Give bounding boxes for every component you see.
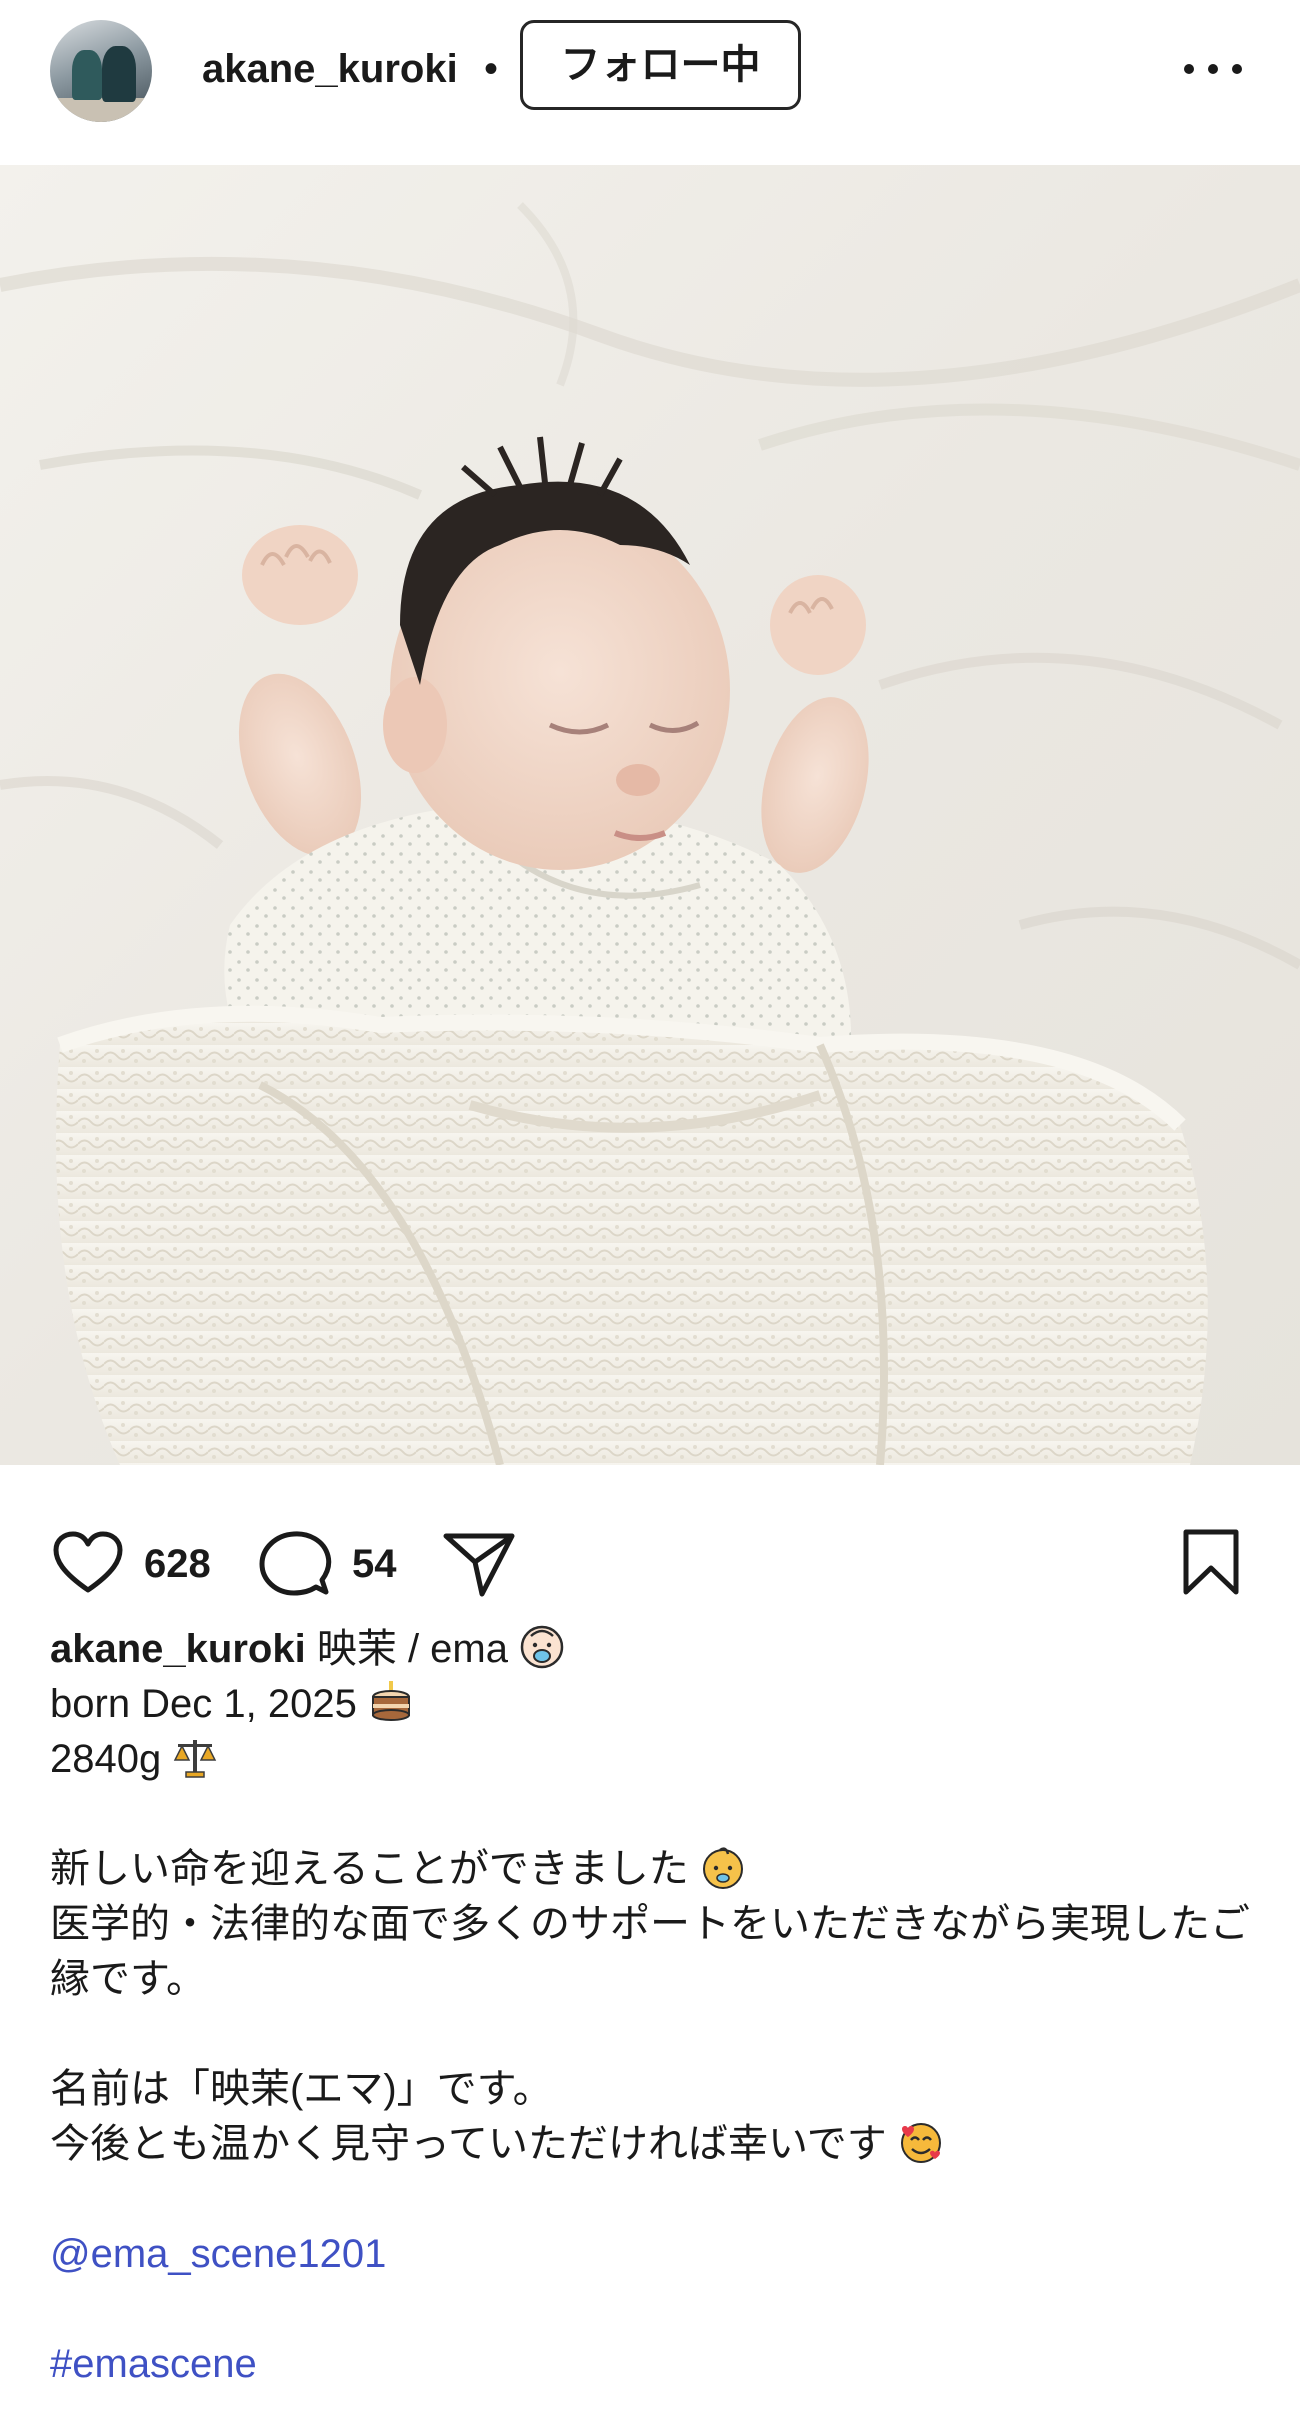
post-author-username[interactable]: akane_kuroki	[202, 42, 458, 96]
like-count[interactable]: 628	[144, 1538, 211, 1590]
post-caption: akane_kuroki 映茉 / ema born Dec 1, 2025 2…	[50, 1622, 1260, 2392]
mention-link[interactable]: @ema_scene1201	[50, 2232, 386, 2276]
hashtag-link[interactable]: #emascene	[50, 2342, 257, 2386]
caption-text: 今後とも温かく見守っていただければ幸いです	[50, 2122, 887, 2166]
caption-line: @ema_scene1201	[50, 2227, 1260, 2282]
baby-with-pacifier-emoji	[520, 1625, 564, 1669]
birthday-cake-emoji	[372, 1681, 410, 1721]
caption-text: 映茉 / ema	[316, 1627, 508, 1671]
caption-text: 名前は「映茉(エマ)」です。	[50, 2067, 553, 2111]
paper-plane-icon[interactable]	[442, 1530, 516, 1598]
smiling-face-with-hearts-emoji	[900, 2123, 941, 2163]
following-button[interactable]: フォロー中	[520, 20, 801, 110]
post-action-bar: 628 54	[0, 1510, 1300, 1610]
comment-bubble-icon[interactable]	[258, 1530, 332, 1598]
avatar-figure	[102, 46, 136, 102]
avatar-floor	[50, 98, 152, 122]
baby-photo-illustration	[0, 165, 1300, 1465]
caption-line: born Dec 1, 2025	[50, 1677, 1260, 1732]
caption-text: 新しい命を迎えることができました	[50, 1847, 689, 1891]
comment-count[interactable]: 54	[352, 1538, 397, 1590]
header-separator: •	[484, 47, 499, 91]
caption-line: 新しい命を迎えることができました	[50, 1842, 1260, 1897]
bookmark-icon[interactable]	[1180, 1528, 1242, 1598]
caption-line: #emascene	[50, 2337, 1260, 2392]
caption-text: 2840g	[50, 1737, 162, 1781]
caption-text: 医学的・法律的な面で多くのサポートをいただきながら実現したご縁です。	[50, 1902, 1250, 2001]
profile-avatar[interactable]	[50, 20, 152, 122]
caption-text: born Dec 1, 2025	[50, 1682, 357, 1726]
post-header: akane_kuroki • フォロー中	[0, 0, 1300, 165]
caption-line: 名前は「映茉(エマ)」です。	[50, 2062, 1260, 2117]
caption-line: 医学的・法律的な面で多くのサポートをいただきながら実現したご縁です。	[50, 1897, 1260, 2007]
baby-face-emoji	[702, 1847, 743, 1889]
heart-icon[interactable]	[52, 1530, 124, 1596]
post-photo[interactable]	[0, 165, 1300, 1465]
balance-scale-emoji	[174, 1740, 217, 1778]
more-options-icon[interactable]	[1180, 50, 1246, 90]
caption-line: 今後とも温かく見守っていただければ幸いです	[50, 2117, 1260, 2172]
caption-line: akane_kuroki 映茉 / ema	[50, 1622, 1260, 1677]
caption-line: 2840g	[50, 1732, 1260, 1787]
caption-username[interactable]: akane_kuroki	[50, 1627, 306, 1671]
avatar-figure	[72, 50, 102, 100]
